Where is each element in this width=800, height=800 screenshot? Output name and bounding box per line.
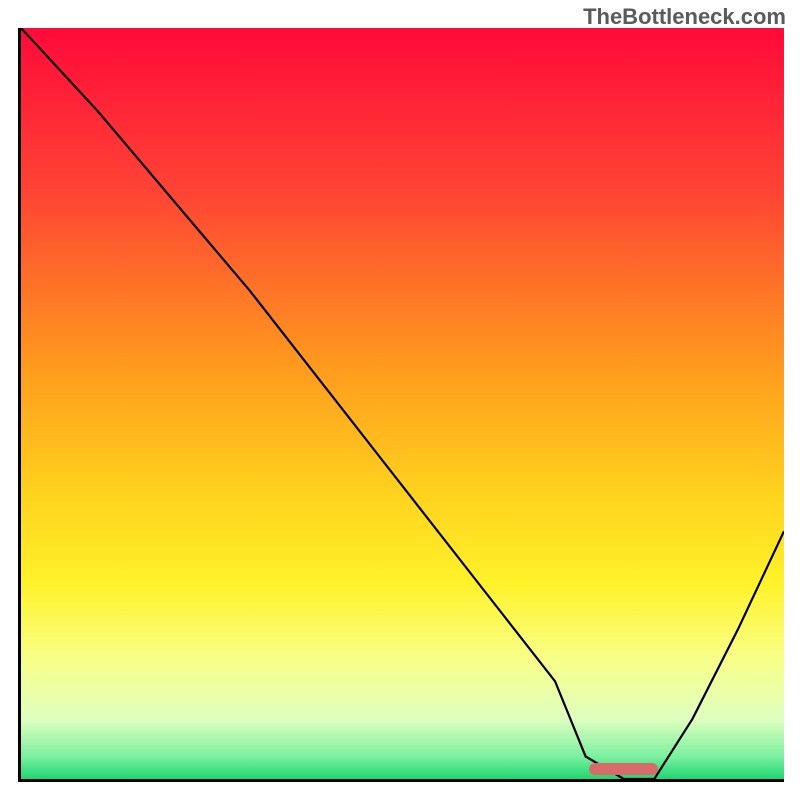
optimal-marker bbox=[589, 763, 658, 775]
watermark-text: TheBottleneck.com bbox=[583, 4, 786, 30]
bottleneck-curve bbox=[21, 28, 784, 779]
curve-layer bbox=[21, 28, 784, 779]
plot-area bbox=[18, 28, 784, 782]
